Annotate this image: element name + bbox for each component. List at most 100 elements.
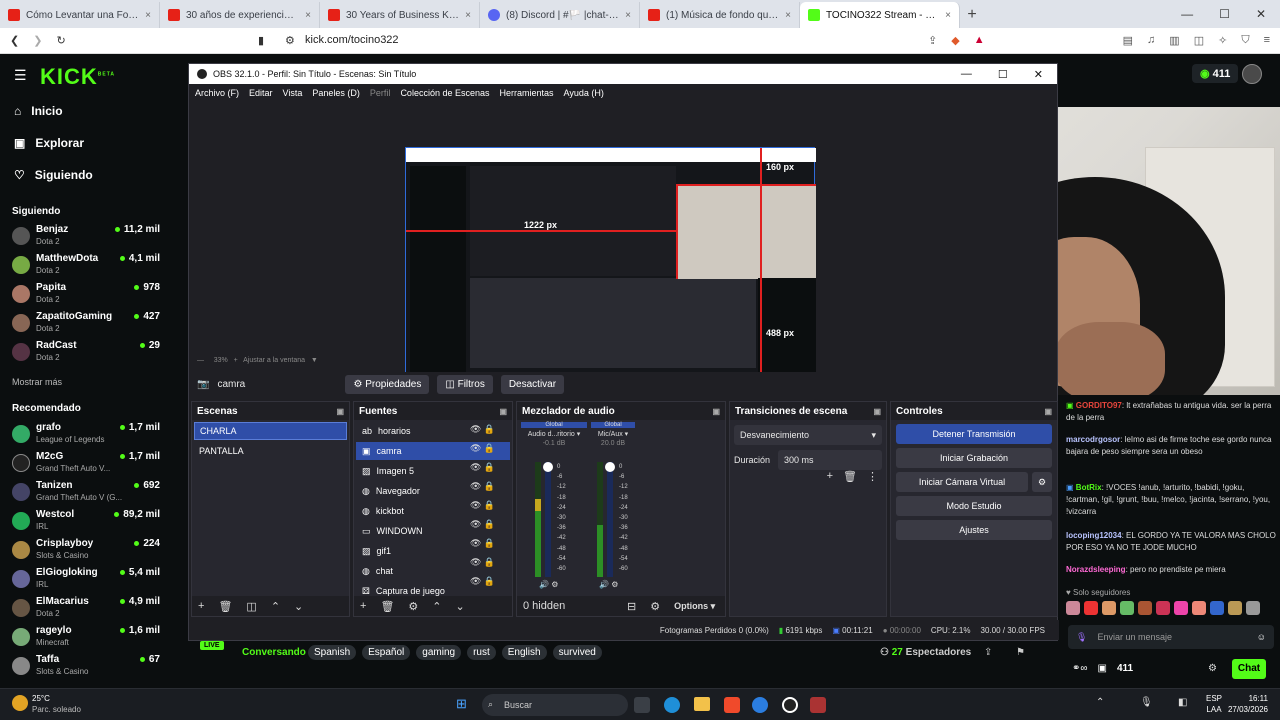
properties-button[interactable]: ⚙ Propiedades	[345, 374, 430, 394]
visibility-icon[interactable]: 👁 🔒	[470, 481, 500, 492]
chevron-down-icon[interactable]: ▼	[311, 357, 318, 364]
back-icon[interactable]: ❮	[10, 34, 19, 47]
trash-icon[interactable]: 🗑	[843, 470, 857, 483]
clock[interactable]: 16:11 27/03/2026	[1228, 693, 1268, 715]
emote-icon[interactable]	[1084, 601, 1098, 615]
scene-item[interactable]: CHARLA	[194, 422, 347, 440]
emote-icon[interactable]	[1174, 601, 1188, 615]
tag[interactable]: Spanish	[308, 645, 357, 660]
visibility-icon[interactable]: 👁 🔒	[470, 462, 500, 473]
emote-icon[interactable]	[1102, 601, 1116, 615]
mic-icon[interactable]: 🎙	[1140, 697, 1153, 708]
weather-widget[interactable]: 25°C Parc. soleado	[32, 693, 81, 715]
brave-shield-icon[interactable]: ◆	[951, 34, 959, 47]
emote-icon[interactable]	[1120, 601, 1134, 615]
virtual-camera-button[interactable]: Iniciar Cámara Virtual	[896, 472, 1028, 492]
language-indicator[interactable]: ESP LAA	[1206, 693, 1222, 715]
url-field[interactable]: kick.com/tocino322	[305, 34, 399, 46]
add-icon[interactable]: +	[827, 470, 833, 483]
add-icon[interactable]: +	[360, 600, 366, 612]
channel-item[interactable]: MatthewDota Dota 2 4,1 mil	[12, 253, 162, 281]
channel-item[interactable]: Crisplayboy Slots & Casino 224	[12, 538, 162, 566]
emote-icon[interactable]	[1246, 601, 1260, 615]
trash-icon[interactable]: 🗑	[380, 600, 394, 613]
gear-icon[interactable]: ⚙	[650, 600, 660, 613]
share-icon[interactable]: ⇪	[928, 34, 937, 47]
emoji-icon[interactable]: ☺	[1257, 631, 1266, 643]
close-icon[interactable]: ×	[145, 10, 151, 21]
menu-editar[interactable]: Editar	[249, 88, 273, 98]
menu-ayuda[interactable]: Ayuda (H)	[564, 88, 604, 98]
tag[interactable]: survived	[552, 645, 602, 660]
nav-home[interactable]: ⌂ Inicio	[14, 104, 63, 118]
tag[interactable]: gaming	[416, 645, 462, 660]
deactivate-button[interactable]: Desactivar	[500, 374, 565, 394]
emote-icon[interactable]	[1228, 601, 1242, 615]
visibility-icon[interactable]: 👁 🔒	[470, 557, 500, 568]
gift-icon[interactable]: ▣	[1098, 663, 1107, 675]
vpn-icon[interactable]: ⛉	[1241, 34, 1249, 47]
forward-icon[interactable]: ❯	[33, 34, 42, 47]
category-link[interactable]: Conversando	[242, 647, 306, 658]
visibility-icon[interactable]: 👁 🔒	[470, 500, 500, 511]
wallet-icon[interactable]: ◫	[1194, 34, 1204, 47]
music-icon[interactable]: ♫	[1147, 34, 1155, 47]
site-info-icon[interactable]: ⚙	[285, 34, 295, 47]
bookmark-icon[interactable]: ▮	[258, 34, 264, 47]
visibility-icon[interactable]: 👁 🔒	[470, 424, 500, 435]
channel-item[interactable]: ElMacarius Dota 2 4,9 mil	[12, 596, 162, 624]
browser-tab[interactable]: (8) Discord | #🏳️ |chat-general | TO×	[480, 2, 640, 28]
share-icon[interactable]: ⇪	[984, 647, 992, 658]
obs-preview[interactable]: 160 px 1222 px 488 px — 33% + Ajustar a …	[189, 102, 816, 388]
channel-item[interactable]: grafo League of Legends 1,7 mil	[12, 422, 162, 450]
browser-tab[interactable]: Cómo Levantar una Fortuna desde la×	[0, 2, 160, 28]
menu-vista[interactable]: Vista	[283, 88, 303, 98]
channel-item[interactable]: Tanizen Grand Theft Auto V (G... 692	[12, 480, 162, 508]
channel-item[interactable]: Taffa Slots & Casino 67	[12, 654, 162, 682]
transition-select[interactable]: Desvanecimiento ▾	[734, 425, 882, 445]
browser-tab[interactable]: 30 Years of Business Knowledge in 2×	[320, 2, 480, 28]
settings-button[interactable]: Ajustes	[896, 520, 1052, 540]
close-icon[interactable]: ×	[465, 10, 471, 21]
taskbar-search[interactable]: Buscar	[482, 694, 628, 716]
network-icon[interactable]: ◧	[1178, 697, 1187, 708]
channel-item[interactable]: ElGiogloking IRL 5,4 mil	[12, 567, 162, 595]
browser-tab-active[interactable]: TOCINO322 Stream - Watch Live×	[800, 2, 960, 28]
filters-button[interactable]: ◫ Filtros	[437, 374, 493, 394]
edge-icon[interactable]	[664, 697, 680, 713]
layout-icon[interactable]: ⊟	[627, 600, 636, 613]
dock-menu-icon[interactable]: ▣	[1044, 407, 1052, 416]
options-button[interactable]: Options ▾	[674, 601, 715, 612]
gear-icon[interactable]: ⚙	[551, 580, 558, 589]
menu-coleccion[interactable]: Colección de Escenas	[400, 88, 489, 98]
scene-item[interactable]: PANTALLA	[194, 442, 347, 460]
reload-icon[interactable]: ↻	[56, 34, 65, 47]
duration-field[interactable]: 300 ms	[778, 450, 882, 470]
tag[interactable]: English	[501, 645, 547, 660]
trash-icon[interactable]: 🗑	[218, 600, 232, 613]
nav-explore[interactable]: ▣ Explorar	[14, 136, 84, 150]
channel-item[interactable]: RadCast Dota 2 29	[12, 340, 162, 368]
minimize-icon[interactable]: —	[961, 68, 972, 81]
stop-stream-button[interactable]: Detener Transmisión	[896, 424, 1052, 444]
dock-menu-icon[interactable]: ▣	[499, 407, 507, 416]
visibility-icon[interactable]: 👁 🔒	[470, 538, 500, 549]
tray-up-icon[interactable]: ⌃	[1096, 697, 1104, 708]
volume-slider[interactable]	[605, 462, 615, 577]
menu-paneles[interactable]: Paneles (D)	[312, 88, 360, 98]
gear-icon[interactable]: ⚙	[1208, 663, 1217, 675]
speaker-icon[interactable]: 🔊	[539, 580, 549, 589]
emote-icon[interactable]	[1066, 601, 1080, 615]
dock-menu-icon[interactable]: ▣	[712, 407, 720, 416]
channel-item[interactable]: M2cG Grand Theft Auto V... 1,7 mil	[12, 451, 162, 479]
maximize-icon[interactable]: ☐	[1219, 7, 1230, 21]
browser-tab[interactable]: (1) Música de fondo que utiliza S×	[640, 2, 800, 28]
chevron-down-icon[interactable]: ⌄	[294, 600, 303, 613]
filter-icon[interactable]: ◫	[246, 600, 256, 613]
channel-item[interactable]: rageylo Minecraft 1,6 mil	[12, 625, 162, 653]
send-chat-button[interactable]: Chat	[1232, 659, 1266, 679]
tag[interactable]: Español	[362, 645, 411, 660]
close-icon[interactable]: ✕	[1256, 7, 1266, 21]
menu-perfil[interactable]: Perfil	[370, 88, 391, 98]
close-icon[interactable]: ×	[945, 10, 951, 21]
